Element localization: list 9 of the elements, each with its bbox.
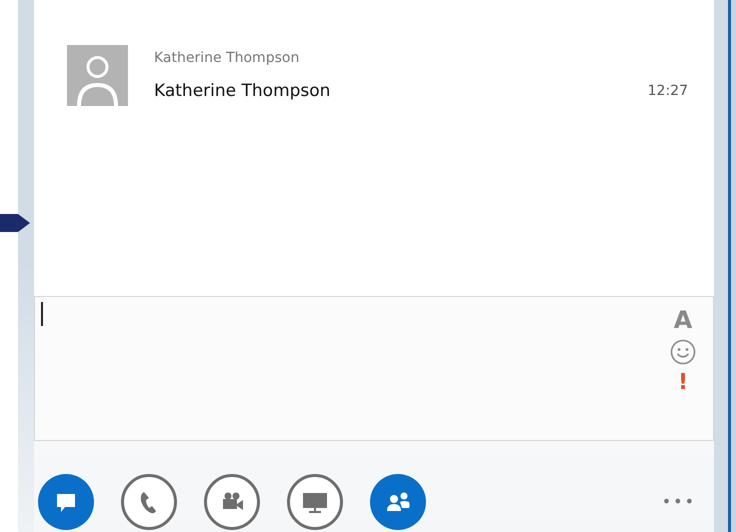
avatar-icon xyxy=(67,45,128,106)
message-time: 12:27 xyxy=(648,82,688,101)
sender-name: Katherine Thompson xyxy=(154,49,300,67)
message-input[interactable]: A ! xyxy=(34,297,714,441)
more-options-button[interactable]: ••• xyxy=(662,490,696,514)
importance-button[interactable]: ! xyxy=(678,371,688,395)
font-button[interactable]: A xyxy=(674,307,692,333)
emoticon-button[interactable] xyxy=(670,339,696,365)
message-text: Katherine Thompson xyxy=(154,80,330,102)
